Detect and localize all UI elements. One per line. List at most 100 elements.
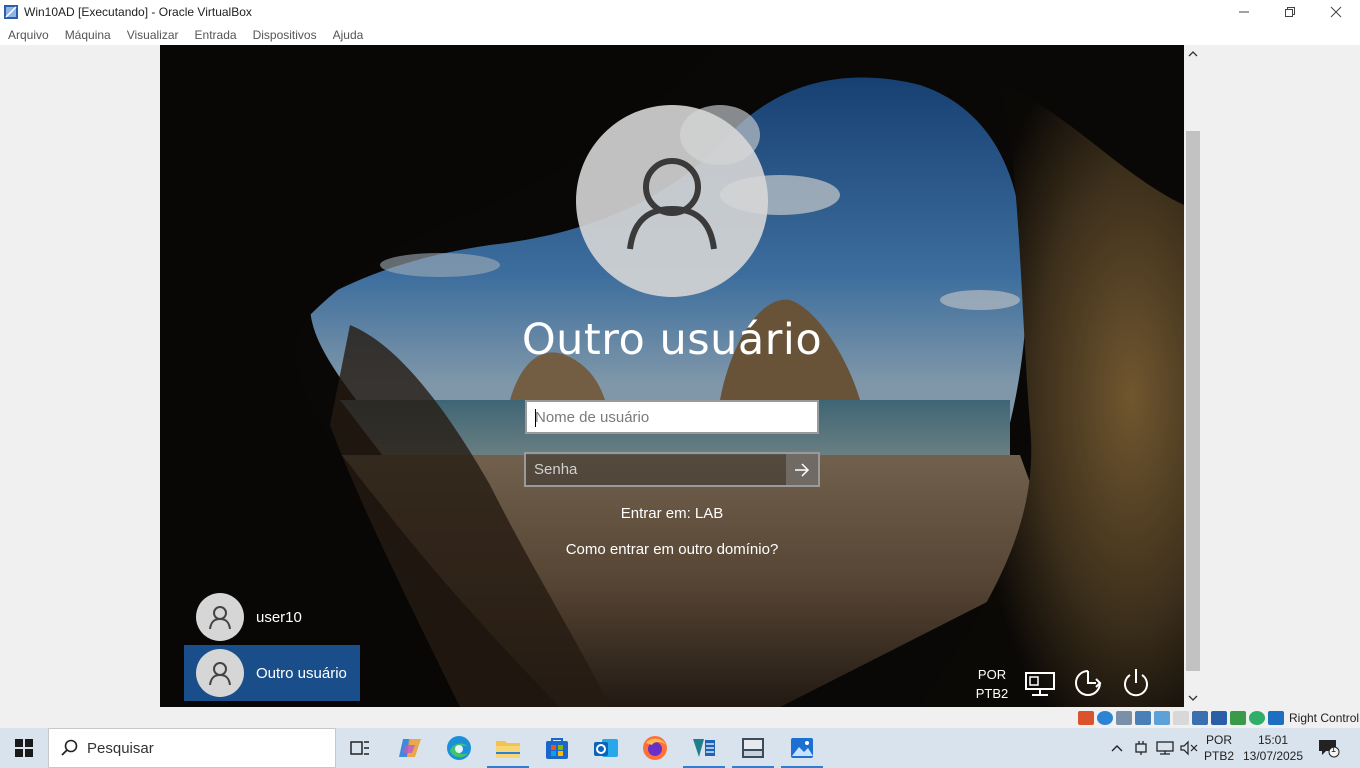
avatar — [196, 649, 244, 697]
volume-muted-icon — [1180, 740, 1198, 756]
tray-device-button[interactable] — [1130, 728, 1152, 768]
sql-server-icon — [742, 738, 764, 758]
virtualbox-app-icon — [693, 739, 715, 757]
other-domain-link[interactable]: Como entrar em outro domínio? — [472, 541, 872, 558]
firefox-button[interactable] — [631, 728, 679, 768]
restore-icon — [1285, 7, 1295, 17]
vm-scrollbar[interactable] — [1184, 45, 1200, 707]
chevron-down-icon — [1188, 695, 1198, 701]
minimize-button[interactable] — [1221, 0, 1267, 24]
file-explorer-button[interactable] — [484, 728, 532, 768]
search-placeholder: Pesquisar — [87, 739, 154, 757]
mouse-integration-icon[interactable] — [1249, 711, 1265, 725]
firefox-icon — [643, 736, 667, 760]
keyboard-icon[interactable] — [1268, 711, 1284, 725]
tray-lang-layout: PTB2 — [1203, 749, 1234, 763]
scroll-up-arrow[interactable] — [1186, 47, 1200, 61]
chevron-up-icon — [1111, 745, 1123, 752]
tray-network-button[interactable] — [1153, 728, 1177, 768]
login-user-title: Outro usuário — [521, 315, 823, 365]
sql-server-button[interactable] — [729, 728, 777, 768]
optical-drive-icon[interactable] — [1097, 711, 1113, 725]
lang-code: POR — [977, 667, 1007, 682]
menu-bar: Arquivo Máquina Visualizar Entrada Dispo… — [0, 24, 1360, 45]
tray-language[interactable]: POR PTB2 — [1200, 732, 1238, 764]
audio-icon[interactable] — [1116, 711, 1132, 725]
tray-lang-code: POR — [1205, 733, 1232, 747]
ease-of-access-icon — [1075, 670, 1102, 696]
menu-visualizar[interactable]: Visualizar — [127, 28, 179, 42]
virtualbox-button[interactable] — [680, 728, 728, 768]
tray-volume-button[interactable] — [1178, 728, 1200, 768]
display-icon[interactable] — [1192, 711, 1208, 725]
lang-layout: PTB2 — [975, 686, 1009, 701]
network-icon — [1156, 741, 1174, 755]
user-tile-label: Outro usuário — [256, 664, 347, 682]
folder-icon — [496, 741, 520, 758]
window-title: Win10AD [Executando] - Oracle VirtualBox — [24, 5, 252, 19]
taskbar-search[interactable]: Pesquisar — [48, 728, 336, 768]
text-caret — [535, 409, 536, 427]
scrollbar-thumb[interactable] — [1186, 131, 1200, 671]
recording-icon[interactable] — [1211, 711, 1227, 725]
virtualbox-window: Win10AD [Executando] - Oracle VirtualBox… — [0, 0, 1360, 768]
menu-arquivo[interactable]: Arquivo — [8, 28, 49, 42]
scroll-down-arrow[interactable] — [1186, 691, 1200, 705]
user-tile-user10[interactable]: user10 — [184, 589, 360, 645]
vbox-status-bar: Right Control — [1078, 709, 1360, 727]
photos-button[interactable] — [778, 728, 826, 768]
edge-icon — [447, 736, 471, 760]
store-icon — [546, 738, 568, 759]
network-button[interactable] — [1022, 665, 1058, 701]
tray-clock[interactable]: 15:01 13/07/2025 — [1240, 732, 1306, 764]
network-adapter-icon[interactable] — [1135, 711, 1151, 725]
user-avatar-large — [576, 105, 768, 297]
username-input[interactable] — [527, 402, 817, 432]
search-icon — [61, 739, 78, 756]
host-key-label: Right Control — [1289, 711, 1360, 725]
submit-button[interactable] — [786, 454, 818, 485]
menu-ajuda[interactable]: Ajuda — [333, 28, 364, 42]
copilot-icon — [399, 739, 421, 757]
user-tile-outro-usuario[interactable]: Outro usuário — [184, 645, 360, 701]
outlook-icon — [594, 739, 618, 757]
password-field[interactable] — [524, 452, 820, 487]
hard-disk-icon[interactable] — [1078, 711, 1094, 725]
show-hidden-icons-button[interactable] — [1106, 728, 1128, 768]
domain-info: Entrar em: LAB — [620, 505, 724, 522]
username-field[interactable] — [525, 400, 819, 434]
start-button[interactable] — [0, 728, 48, 768]
windows-logo-icon — [15, 739, 33, 757]
user-silhouette-icon — [209, 662, 231, 686]
avatar — [196, 593, 244, 641]
notification-center-button[interactable]: 1 — [1314, 728, 1344, 768]
password-input[interactable] — [526, 454, 786, 485]
vm-screen[interactable]: Outro usuário Entrar em: LAB Como entrar… — [160, 45, 1184, 707]
minimize-icon — [1239, 11, 1249, 13]
shared-folders-icon[interactable] — [1173, 711, 1189, 725]
menu-dispositivos[interactable]: Dispositivos — [253, 28, 317, 42]
copilot-button[interactable] — [386, 728, 434, 768]
user-silhouette-icon — [209, 606, 231, 630]
restore-button[interactable] — [1267, 0, 1313, 24]
network-icon — [1025, 672, 1055, 696]
usb-device-icon — [1135, 741, 1147, 755]
close-icon — [1330, 6, 1342, 18]
usb-icon[interactable] — [1154, 711, 1170, 725]
chevron-up-icon — [1188, 51, 1198, 57]
store-button[interactable] — [533, 728, 581, 768]
cpu-icon[interactable] — [1230, 711, 1246, 725]
menu-entrada[interactable]: Entrada — [195, 28, 237, 42]
user-tile-label: user10 — [256, 608, 302, 626]
menu-maquina[interactable]: Máquina — [65, 28, 111, 42]
accessibility-button[interactable] — [1070, 665, 1106, 701]
outlook-button[interactable] — [582, 728, 630, 768]
notification-badge: 1 — [1331, 744, 1337, 754]
close-button[interactable] — [1313, 0, 1359, 24]
task-view-button[interactable] — [336, 728, 384, 768]
power-button[interactable] — [1118, 665, 1154, 701]
notification-icon — [1319, 740, 1340, 758]
lockscreen-language[interactable]: POR PTB2 — [968, 665, 1016, 703]
power-icon — [1124, 669, 1148, 697]
edge-button[interactable] — [435, 728, 483, 768]
